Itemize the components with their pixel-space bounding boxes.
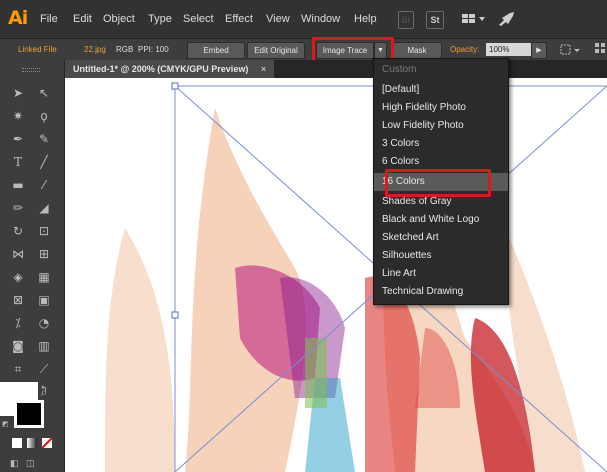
menu-header-custom: Custom xyxy=(382,64,417,75)
panel-grip[interactable] xyxy=(22,68,40,72)
type-tool-icon[interactable]: T xyxy=(8,154,28,171)
shape-builder-icon[interactable]: ◈ xyxy=(8,269,28,286)
ppi-label: PPI: 100 xyxy=(138,45,169,54)
preset-low-fidelity-photo[interactable]: Low Fidelity Photo xyxy=(374,117,508,135)
preset-sketched-art[interactable]: Sketched Art xyxy=(374,229,508,247)
scale-tool-icon[interactable]: ⊡ xyxy=(34,223,54,240)
lasso-icon[interactable]: ϙ xyxy=(34,108,54,125)
slice-tool-icon[interactable]: ⟋ xyxy=(34,361,54,378)
menu-file[interactable]: File xyxy=(40,13,58,25)
default-colors-icon[interactable]: ◩ xyxy=(2,420,10,428)
color-mode-label: RGB xyxy=(116,45,134,54)
direct-selection-icon[interactable]: ↖ xyxy=(34,85,54,102)
symbol-sprayer-icon[interactable]: ◙ xyxy=(8,338,28,355)
screen-mode-icon[interactable]: ◫ xyxy=(26,458,38,468)
perspective-grid-icon[interactable]: ▦ xyxy=(34,269,54,286)
menu-bar: Ai File Edit Object Type Select Effect V… xyxy=(0,0,607,38)
preset-technical-drawing[interactable]: Technical Drawing xyxy=(374,283,508,301)
preset-default[interactable]: [Default] xyxy=(374,81,508,99)
pencil-tool-icon[interactable]: ✏ xyxy=(8,200,28,217)
menu-type[interactable]: Type xyxy=(148,13,172,25)
menu-edit[interactable]: Edit xyxy=(73,13,92,25)
preset-3-colors[interactable]: 3 Colors xyxy=(374,135,508,153)
opacity-field[interactable]: 100% xyxy=(486,43,531,56)
stock-icon[interactable]: St xyxy=(426,11,444,29)
recolor-grid-icon[interactable] xyxy=(560,43,582,57)
menu-object[interactable]: Object xyxy=(103,13,135,25)
menu-window[interactable]: Window xyxy=(301,13,340,25)
mesh-tool-icon[interactable]: ⊠ xyxy=(8,292,28,309)
align-icon[interactable] xyxy=(594,42,606,58)
bridge-icon[interactable]: Br xyxy=(398,11,414,29)
swap-fill-stroke-icon[interactable]: ↰ xyxy=(40,384,54,394)
close-tab-icon[interactable]: × xyxy=(261,64,266,74)
gpu-rocket-icon[interactable] xyxy=(496,11,516,27)
preset-line-art[interactable]: Line Art xyxy=(374,265,508,283)
control-bar: Linked File 22.jpg RGB PPI: 100 Embed Ed… xyxy=(0,38,607,61)
paintbrush-icon[interactable]: ⁄ xyxy=(34,177,54,194)
width-tool-icon[interactable]: ⋈ xyxy=(8,246,28,263)
pen-tool-icon[interactable]: ✒ xyxy=(8,131,28,148)
free-transform-icon[interactable]: ⊞ xyxy=(34,246,54,263)
magic-wand-icon[interactable]: ✷ xyxy=(8,108,28,125)
menu-select[interactable]: Select xyxy=(183,13,214,25)
opacity-arrow[interactable]: ▶ xyxy=(531,42,547,59)
selection-tool-icon[interactable]: ➤ xyxy=(8,85,28,102)
menu-effect[interactable]: Effect xyxy=(225,13,253,25)
app-logo: Ai xyxy=(8,7,28,29)
eraser-tool-icon[interactable]: ◢ xyxy=(34,200,54,217)
artboard-tool-icon[interactable]: ⌗ xyxy=(8,361,28,378)
gradient-mode-icon[interactable] xyxy=(27,438,37,448)
preset-silhouettes[interactable]: Silhouettes xyxy=(374,247,508,265)
artboard-canvas[interactable] xyxy=(65,78,607,472)
blend-tool-icon[interactable]: ◔ xyxy=(34,315,54,332)
line-tool-icon[interactable]: ╱ xyxy=(34,154,54,171)
curvature-tool-icon[interactable]: ✎ xyxy=(34,131,54,148)
rectangle-tool-icon[interactable]: ▬ xyxy=(8,177,28,194)
opacity-label: Opacity: xyxy=(450,45,480,54)
column-graph-icon[interactable]: ▥ xyxy=(34,338,54,355)
color-mode-icon[interactable] xyxy=(12,438,22,448)
none-mode-icon[interactable] xyxy=(42,438,52,448)
linked-file-link[interactable]: Linked File xyxy=(18,45,57,54)
menu-help[interactable]: Help xyxy=(354,13,377,25)
stroke-swatch[interactable] xyxy=(14,400,44,428)
draw-mode-icon[interactable]: ◧ xyxy=(10,458,22,468)
placed-sketch-image[interactable] xyxy=(65,78,607,472)
arrange-documents-icon[interactable] xyxy=(460,11,486,27)
document-tab-title: Untitled-1* @ 200% (CMYK/GPU Preview) xyxy=(73,64,249,74)
gradient-tool-icon[interactable]: ▣ xyxy=(34,292,54,309)
document-tab[interactable]: Untitled-1* @ 200% (CMYK/GPU Preview) × xyxy=(65,60,275,78)
embed-button[interactable]: Embed xyxy=(187,42,245,59)
rotate-tool-icon[interactable]: ↻ xyxy=(8,223,28,240)
edit-original-button[interactable]: Edit Original xyxy=(247,42,305,59)
document-tab-bar: Untitled-1* @ 200% (CMYK/GPU Preview) × xyxy=(65,60,607,78)
mask-button[interactable]: Mask xyxy=(392,42,442,59)
menu-view[interactable]: View xyxy=(266,13,290,25)
preset-high-fidelity-photo[interactable]: High Fidelity Photo xyxy=(374,99,508,117)
selected-preset-highlight xyxy=(385,169,491,197)
preset-black-and-white-logo[interactable]: Black and White Logo xyxy=(374,211,508,229)
file-name-link[interactable]: 22.jpg xyxy=(84,45,106,54)
tools-panel: ➤ ↖ ✷ ϙ ✒ ✎ T ╱ ▬ ⁄ ✏ ◢ ↻ ⊡ ⋈ ⊞ ◈ ▦ ⊠ ▣ … xyxy=(0,60,65,472)
eyedropper-icon[interactable]: ⁒ xyxy=(8,315,28,332)
